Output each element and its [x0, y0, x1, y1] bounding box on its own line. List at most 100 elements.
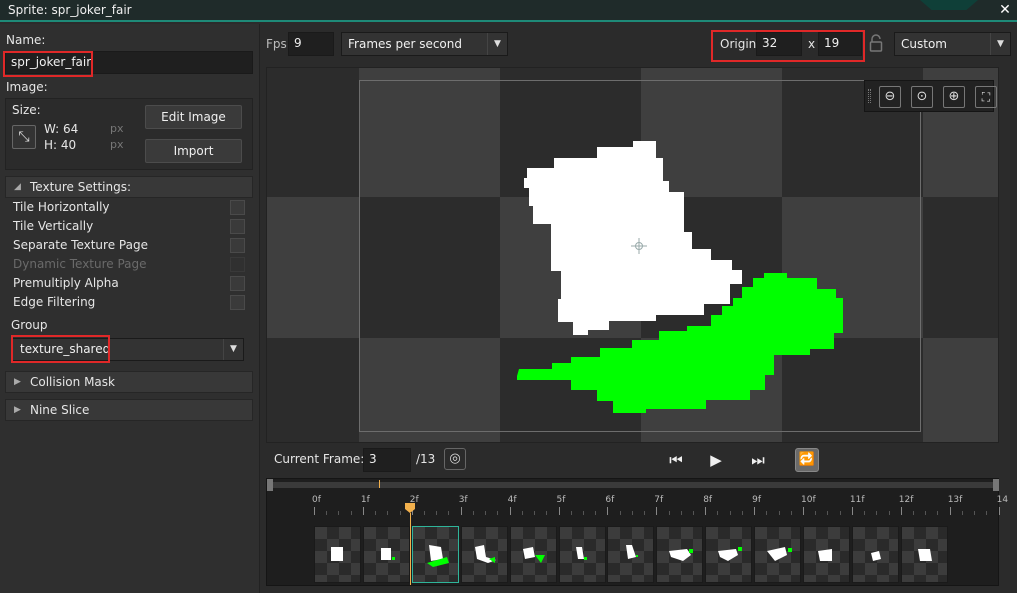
- timeline-minor-tick: [472, 511, 474, 515]
- timeline-minor-tick: [668, 511, 670, 515]
- close-icon[interactable]: ✕: [997, 2, 1013, 18]
- frame-thumbnail[interactable]: [900, 526, 948, 583]
- frame-thumbnail[interactable]: [705, 526, 753, 583]
- timeline-minor-tick: [790, 511, 792, 515]
- timeline-minor-tick: [717, 511, 719, 515]
- timeline-tick: [460, 507, 462, 515]
- drag-grip-icon[interactable]: [868, 89, 871, 103]
- frame-thumbnail[interactable]: [460, 526, 508, 583]
- onion-skin-icon[interactable]: ◎: [444, 448, 466, 470]
- timeline-tick-label: 3f: [458, 495, 468, 505]
- frame-thumbnail[interactable]: [754, 526, 802, 583]
- checkbox[interactable]: [230, 200, 245, 215]
- current-frame-input[interactable]: 3: [363, 448, 411, 472]
- timeline-minor-tick: [521, 511, 523, 515]
- timeline-minor-tick: [864, 511, 866, 515]
- sprite-editor-main: Fps 9 Frames per second ▼ Origin 32 x 19…: [262, 24, 1017, 593]
- timeline-minor-tick: [350, 511, 352, 515]
- first-frame-icon[interactable]: ⏮: [666, 449, 686, 471]
- checkbox[interactable]: [230, 219, 245, 234]
- texture-settings-header[interactable]: ◢ Texture Settings:: [5, 176, 253, 198]
- height-label: H: 40: [44, 138, 77, 152]
- frame-thumbnail[interactable]: [411, 526, 459, 583]
- frame-preview: [626, 545, 639, 559]
- timeline-minor-tick: [961, 511, 963, 515]
- fps-mode-select[interactable]: Frames per second ▼: [341, 32, 508, 56]
- option-tile-vertically[interactable]: Tile Vertically: [13, 217, 245, 235]
- option-label: Separate Texture Page: [13, 238, 148, 252]
- frame-thumbnail[interactable]: [314, 526, 361, 583]
- frame-thumbnail[interactable]: [362, 526, 410, 583]
- playhead[interactable]: [405, 503, 415, 513]
- play-icon[interactable]: ▶: [706, 449, 726, 471]
- timeline-tick: [509, 507, 511, 515]
- loop-icon[interactable]: 🔁: [795, 448, 819, 472]
- last-frame-icon[interactable]: ⏭: [748, 449, 768, 471]
- import-button[interactable]: Import: [145, 139, 242, 163]
- fps-input[interactable]: 9: [288, 32, 334, 56]
- timeline-tick-label: 9f: [752, 495, 761, 505]
- expand-arrow-icon: ▶: [14, 377, 21, 387]
- timeline-minor-tick: [497, 511, 499, 515]
- timeline-minor-tick: [326, 511, 328, 515]
- frame-thumbnail[interactable]: [558, 526, 606, 583]
- timeline-minor-tick: [399, 511, 401, 515]
- origin-preset-select[interactable]: Custom ▼: [894, 32, 1011, 56]
- timeline-tick: [754, 507, 756, 515]
- group-highlight: [11, 335, 110, 363]
- nine-slice-header[interactable]: ▶ Nine Slice: [5, 399, 253, 421]
- timeline-minor-tick: [680, 511, 682, 515]
- frame-preview: [917, 549, 932, 561]
- frame-thumbnail[interactable]: [803, 526, 850, 583]
- collision-mask-label: Collision Mask: [30, 375, 115, 389]
- timeline-tick-label: 12f: [898, 495, 914, 505]
- zoom-in-icon[interactable]: ⊕: [943, 86, 965, 108]
- timeline-tick-label: 0f: [312, 495, 321, 505]
- option-premultiply-alpha[interactable]: Premultiply Alpha: [13, 274, 245, 292]
- playback-toolbar: Current Frame: 3 /13 ◎ ⏮ ▶ ⏭ 🔁: [266, 445, 1001, 475]
- current-frame-label: Current Frame:: [274, 452, 365, 466]
- resize-icon[interactable]: ⤡: [12, 125, 36, 149]
- frame-thumbnail[interactable]: [509, 526, 557, 583]
- lock-icon[interactable]: [869, 34, 883, 52]
- height-unit: px: [110, 138, 124, 151]
- width-unit: px: [110, 122, 124, 135]
- timeline-minor-tick: [692, 511, 694, 515]
- frame-thumbnail[interactable]: [607, 526, 655, 583]
- size-label: Size:: [12, 103, 41, 117]
- nine-slice-label: Nine Slice: [30, 403, 90, 417]
- zoom-out-icon[interactable]: ⊖: [879, 86, 901, 108]
- group-label: Group: [11, 318, 48, 332]
- width-label: W: 64: [44, 122, 79, 136]
- frame-preview: [426, 545, 449, 567]
- timeline-tick-label: 14: [996, 495, 1009, 505]
- option-tile-horizontally[interactable]: Tile Horizontally: [13, 198, 245, 216]
- origin-preset-value: Custom: [901, 37, 947, 51]
- frame-thumbnail[interactable]: [656, 526, 704, 583]
- sprite-canvas[interactable]: ⊖ ⊙ ⊕ ⛶: [266, 67, 999, 443]
- checkbox[interactable]: [230, 276, 245, 291]
- range-start-handle[interactable]: [267, 479, 273, 491]
- collapse-arrow-icon: ◢: [14, 182, 21, 192]
- range-end-handle[interactable]: [993, 479, 999, 491]
- frame-preview: [575, 547, 587, 560]
- checkbox[interactable]: [230, 238, 245, 253]
- image-size-panel: Size: ⤡ W: 64 H: 40 px px Edit Image Imp…: [5, 98, 253, 170]
- timeline-tick-label: 10f: [801, 495, 816, 505]
- timeline-tick-label: 1f: [360, 495, 370, 505]
- timeline-tick: [656, 507, 658, 515]
- frame-timeline[interactable]: 0f 1f 2f 3f 4f 5f 6f 7f 8f 9f 10f 11f 12f 13f 14: [266, 478, 1008, 586]
- zoom-reset-icon[interactable]: ⊙: [911, 86, 933, 108]
- timeline-minor-tick: [582, 511, 584, 515]
- timeline-minor-tick: [436, 511, 438, 515]
- total-frames: /13: [416, 452, 436, 466]
- fit-to-screen-icon[interactable]: ⛶: [975, 86, 997, 108]
- option-edge-filtering[interactable]: Edge Filtering: [13, 293, 245, 311]
- checkbox[interactable]: [230, 295, 245, 310]
- origin-highlight: [711, 30, 865, 62]
- frame-preview: [767, 547, 793, 561]
- edit-image-button[interactable]: Edit Image: [145, 105, 242, 129]
- option-separate-texture-page[interactable]: Separate Texture Page: [13, 236, 245, 254]
- collision-mask-header[interactable]: ▶ Collision Mask: [5, 371, 253, 393]
- frame-thumbnail[interactable]: [851, 526, 899, 583]
